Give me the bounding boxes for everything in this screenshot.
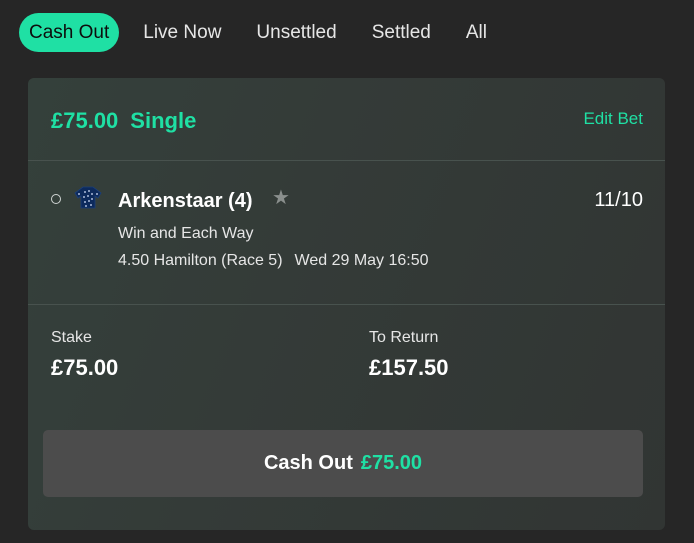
return-value: £157.50 bbox=[369, 355, 449, 380]
market-name: Win and Each Way bbox=[118, 225, 254, 242]
star-icon[interactable]: ★ bbox=[272, 188, 290, 208]
edit-bet-link[interactable]: Edit Bet bbox=[583, 109, 643, 129]
stake-value: £75.00 bbox=[51, 355, 119, 380]
tab-live-now[interactable]: Live Now bbox=[133, 13, 231, 52]
selection-odds: 11/10 bbox=[594, 189, 643, 211]
race-name: 4.50 Hamilton (Race 5) bbox=[118, 252, 283, 269]
bet-title: £75.00 Single bbox=[51, 108, 196, 134]
tab-unsettled[interactable]: Unsettled bbox=[246, 13, 346, 52]
tab-settled[interactable]: Settled bbox=[362, 13, 441, 52]
tab-cash-out[interactable]: Cash Out bbox=[19, 13, 120, 52]
return-label: To Return bbox=[369, 329, 439, 346]
runner-name: Arkenstaar (4) bbox=[118, 190, 253, 212]
bet-stake-title: £75.00 bbox=[51, 108, 119, 133]
cash-out-button[interactable]: Cash Out £75.00 bbox=[43, 430, 643, 497]
bet-type: Single bbox=[130, 108, 197, 133]
race-datetime: Wed 29 May 16:50 bbox=[294, 252, 429, 269]
cash-out-amount: £75.00 bbox=[360, 452, 423, 474]
jockey-silks-icon bbox=[74, 186, 102, 209]
stake-label: Stake bbox=[51, 329, 92, 346]
bet-card-header: £75.00 Single Edit Bet bbox=[28, 78, 665, 161]
bet-card: £75.00 Single Edit Bet Arkenstaar (4) ★ 1… bbox=[28, 78, 665, 530]
tab-all[interactable]: All bbox=[456, 13, 497, 52]
cash-out-label: Cash Out bbox=[263, 452, 353, 474]
bet-status-tabs: Cash Out Live Now Unsettled Settled All bbox=[19, 13, 512, 52]
selection-radio-icon bbox=[51, 194, 61, 204]
event-details: 4.50 Hamilton (Race 5) Wed 29 May 16:50 bbox=[118, 252, 429, 270]
